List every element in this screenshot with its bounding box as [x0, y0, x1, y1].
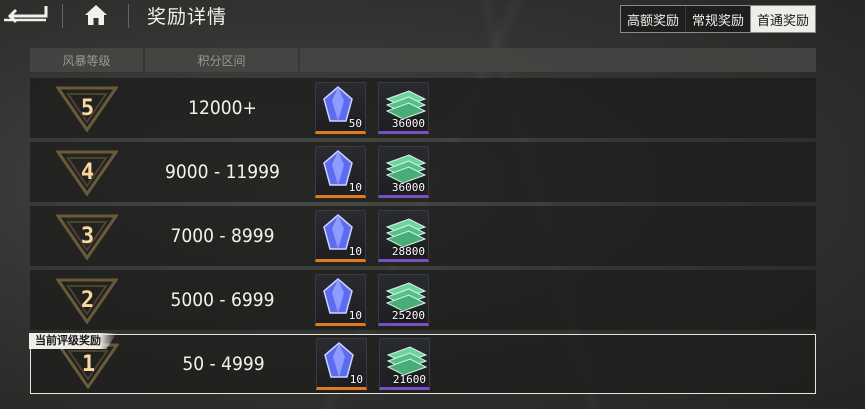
- rank-cell: 5: [30, 78, 145, 138]
- rank-number: 3: [80, 223, 95, 249]
- reward-quantity: 50: [348, 117, 362, 130]
- reward-quantity: 21600: [392, 373, 426, 386]
- reward-item[interactable]: 25200: [378, 274, 429, 326]
- reward-quantity: 28800: [391, 245, 425, 258]
- home-icon: [85, 5, 107, 25]
- rewards-cell: 50 36000: [300, 78, 816, 138]
- score-range: 12000+: [188, 97, 257, 119]
- score-range: 9000 - 11999: [165, 161, 280, 183]
- rank-number: 4: [80, 159, 95, 185]
- reward-quantity: 10: [348, 181, 362, 194]
- table-row: 5 12000+ 50 36000: [30, 78, 816, 138]
- table-row: 2 5000 - 6999 10 25200: [30, 270, 816, 330]
- tab-regular-reward[interactable]: 常规奖励: [685, 6, 750, 32]
- rank-number: 5: [80, 95, 95, 121]
- score-range: 7000 - 8999: [170, 225, 275, 247]
- score-range: 50 - 4999: [182, 353, 265, 375]
- home-button[interactable]: [76, 0, 116, 30]
- score-range: 5000 - 6999: [170, 289, 275, 311]
- table-header: 风暴等级 积分区间: [30, 48, 816, 72]
- back-button[interactable]: [0, 0, 50, 28]
- reward-item[interactable]: 36000: [378, 82, 429, 134]
- reward-item[interactable]: 36000: [378, 146, 429, 198]
- reward-item[interactable]: 28800: [378, 210, 429, 262]
- rank-cell: 3: [30, 206, 145, 266]
- rewards-cell: 10 21600: [301, 335, 815, 393]
- table-row: 3 7000 - 8999 10 28800: [30, 206, 816, 266]
- rank-number: 1: [81, 351, 96, 377]
- rank-number: 2: [80, 287, 95, 313]
- current-rating-label: 当前评级奖励: [29, 333, 117, 349]
- reward-item[interactable]: 50: [315, 82, 366, 134]
- reward-tabs: 高额奖励 常规奖励 首通奖励: [620, 5, 817, 33]
- reward-quantity: 10: [348, 245, 362, 258]
- reward-quantity: 25200: [391, 309, 425, 322]
- column-header-rewards: [300, 48, 816, 72]
- reward-item[interactable]: 10: [315, 146, 366, 198]
- reward-item[interactable]: 10: [315, 210, 366, 262]
- column-header-storm-level: 风暴等级: [30, 48, 143, 72]
- rewards-cell: 10 28800: [300, 206, 816, 266]
- reward-item[interactable]: 10: [315, 274, 366, 326]
- reward-item[interactable]: 21600: [379, 338, 430, 390]
- table-row-current: 当前评级奖励 1 50 - 4999 10 21600: [29, 333, 816, 394]
- table-row: 4 9000 - 11999 10 36000: [30, 142, 816, 202]
- rank-cell: 4: [30, 142, 145, 202]
- reward-quantity: 10: [349, 373, 363, 386]
- rewards-cell: 10 25200: [300, 270, 816, 330]
- toolbar-divider: [62, 4, 63, 28]
- reward-item[interactable]: 10: [316, 338, 367, 390]
- reward-quantity: 36000: [391, 117, 425, 130]
- rewards-cell: 10 36000: [300, 142, 816, 202]
- column-header-score-range: 积分区间: [145, 48, 298, 72]
- reward-quantity: 10: [348, 309, 362, 322]
- page-title: 奖励详情: [147, 6, 228, 28]
- tab-high-reward[interactable]: 高额奖励: [621, 6, 685, 32]
- rank-cell: 2: [30, 270, 145, 330]
- toolbar-divider: [128, 4, 129, 28]
- tab-first-clear-reward[interactable]: 首通奖励: [750, 6, 816, 32]
- back-arrow-icon: [4, 6, 48, 24]
- reward-quantity: 36000: [391, 181, 425, 194]
